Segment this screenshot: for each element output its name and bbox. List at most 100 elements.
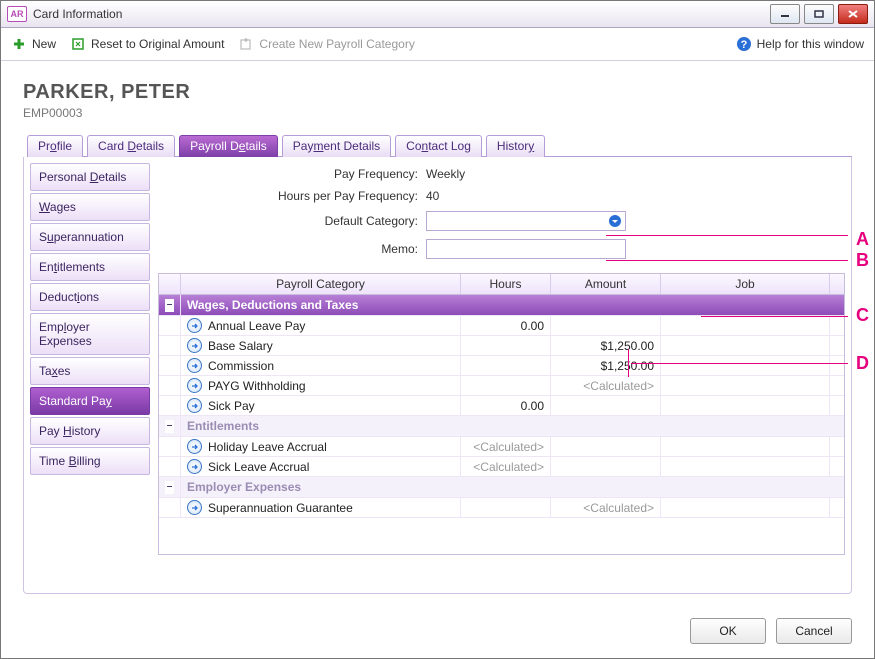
vtab-pay-history[interactable]: Pay History [30,417,150,445]
zoom-arrow-icon[interactable] [187,398,202,413]
zoom-arrow-icon[interactable] [187,459,202,474]
tab-history[interactable]: History [486,135,545,157]
row-hours[interactable] [461,376,551,395]
row-job[interactable] [661,356,830,375]
vtab-standard-pay[interactable]: Standard Pay [30,387,150,415]
help-link[interactable]: ? Help for this window [736,36,864,52]
new-label: New [32,37,56,51]
vertical-tabs: Personal Details Wages Superannuation En… [30,163,150,583]
zoom-arrow-icon[interactable] [187,318,202,333]
toolbar: New Reset to Original Amount Create New … [1,28,874,61]
content: Personal Details Wages Superannuation En… [23,157,852,594]
row-amount[interactable] [551,396,661,415]
minimize-button[interactable] [770,4,800,24]
table-row[interactable]: Sick Leave Accrual <Calculated> [159,457,844,477]
table-row[interactable]: Holiday Leave Accrual <Calculated> [159,437,844,457]
section-wages[interactable]: – Wages, Deductions and Taxes [159,295,844,316]
row-hours[interactable]: 0.00 [461,316,551,335]
vtab-deductions[interactable]: Deductions [30,283,150,311]
tab-payroll-details[interactable]: Payroll Details [179,135,278,157]
memo-input[interactable] [426,239,626,259]
callout-line-b [606,260,848,261]
hours-per-freq-value: 40 [426,189,439,203]
zoom-arrow-icon[interactable] [187,378,202,393]
row-name: Sick Pay [208,399,255,413]
window: AR Card Information New Reset to Origina… [0,0,875,659]
collapse-icon[interactable]: – [165,299,174,312]
maximize-button[interactable] [804,4,834,24]
col-category[interactable]: Payroll Category [181,274,461,294]
table-row[interactable]: Base Salary $1,250.00 [159,336,844,356]
row-hours[interactable] [461,356,551,375]
row-job[interactable] [661,498,830,517]
table-row[interactable]: Superannuation Guarantee <Calculated> [159,498,844,518]
zoom-arrow-icon[interactable] [187,358,202,373]
row-job[interactable] [661,437,830,456]
row-amount[interactable] [551,316,661,335]
zoom-arrow-icon[interactable] [187,439,202,454]
employee-name: PARKER, PETER [23,81,852,104]
row-name: Base Salary [208,339,273,353]
zoom-arrow-icon[interactable] [187,500,202,515]
row-hours[interactable] [461,336,551,355]
row-job[interactable] [661,316,830,335]
app-badge: AR [7,6,27,22]
employee-id: EMP00003 [23,106,852,120]
vtab-personal-details[interactable]: Personal Details [30,163,150,191]
svg-text:?: ? [740,39,747,51]
help-label: Help for this window [757,37,864,51]
col-job[interactable]: Job [661,274,830,294]
vtab-taxes[interactable]: Taxes [30,357,150,385]
section-title: Wages, Deductions and Taxes [181,295,830,315]
memo-label: Memo: [158,242,426,256]
collapse-icon[interactable]: – [165,481,174,494]
row-name: PAYG Withholding [208,379,306,393]
row-hours[interactable]: 0.00 [461,396,551,415]
section-entitlements[interactable]: – Entitlements [159,416,844,437]
tab-payment-details[interactable]: Payment Details [282,135,391,157]
close-button[interactable] [838,4,868,24]
dropdown-icon[interactable] [606,212,624,230]
reset-button[interactable]: Reset to Original Amount [70,36,224,52]
table-row[interactable]: Annual Leave Pay 0.00 [159,316,844,336]
row-amount[interactable] [551,457,661,476]
row-job[interactable] [661,457,830,476]
row-amount[interactable]: $1,250.00 [551,356,661,375]
row-job[interactable] [661,376,830,395]
tabs: Profile Card Details Payroll Details Pay… [27,134,852,157]
callout-b: B [856,250,869,271]
row-amount: <Calculated> [551,498,661,517]
row-amount[interactable]: $1,250.00 [551,336,661,355]
tab-profile[interactable]: Profile [27,135,83,157]
zoom-arrow-icon[interactable] [187,338,202,353]
vtab-employer-expenses[interactable]: Employer Expenses [30,313,150,355]
vtab-wages[interactable]: Wages [30,193,150,221]
row-amount[interactable] [551,437,661,456]
col-amount[interactable]: Amount [551,274,661,294]
table-row[interactable]: PAYG Withholding <Calculated> [159,376,844,396]
row-hours[interactable] [461,498,551,517]
new-button[interactable]: New [11,36,56,52]
tab-contact-log[interactable]: Contact Log [395,135,482,157]
tab-card-details[interactable]: Card Details [87,135,175,157]
vtab-time-billing[interactable]: Time Billing [30,447,150,475]
callout-line-c [701,316,848,317]
callout-c: C [856,305,869,326]
table-row[interactable]: Sick Pay 0.00 [159,396,844,416]
footer: OK Cancel [690,618,852,644]
vtab-superannuation[interactable]: Superannuation [30,223,150,251]
ok-button[interactable]: OK [690,618,766,644]
section-title: Entitlements [181,416,830,436]
col-hours[interactable]: Hours [461,274,551,294]
callout-bracket-d [628,349,629,377]
table-row[interactable]: Commission $1,250.00 [159,356,844,376]
cancel-button[interactable]: Cancel [776,618,852,644]
row-job[interactable] [661,336,830,355]
callout-line-a [606,235,848,236]
row-name: Annual Leave Pay [208,319,305,333]
section-employer-expenses[interactable]: – Employer Expenses [159,477,844,498]
collapse-icon[interactable]: – [165,420,174,433]
default-category-input[interactable] [426,211,626,231]
vtab-entitlements[interactable]: Entitlements [30,253,150,281]
row-job[interactable] [661,396,830,415]
